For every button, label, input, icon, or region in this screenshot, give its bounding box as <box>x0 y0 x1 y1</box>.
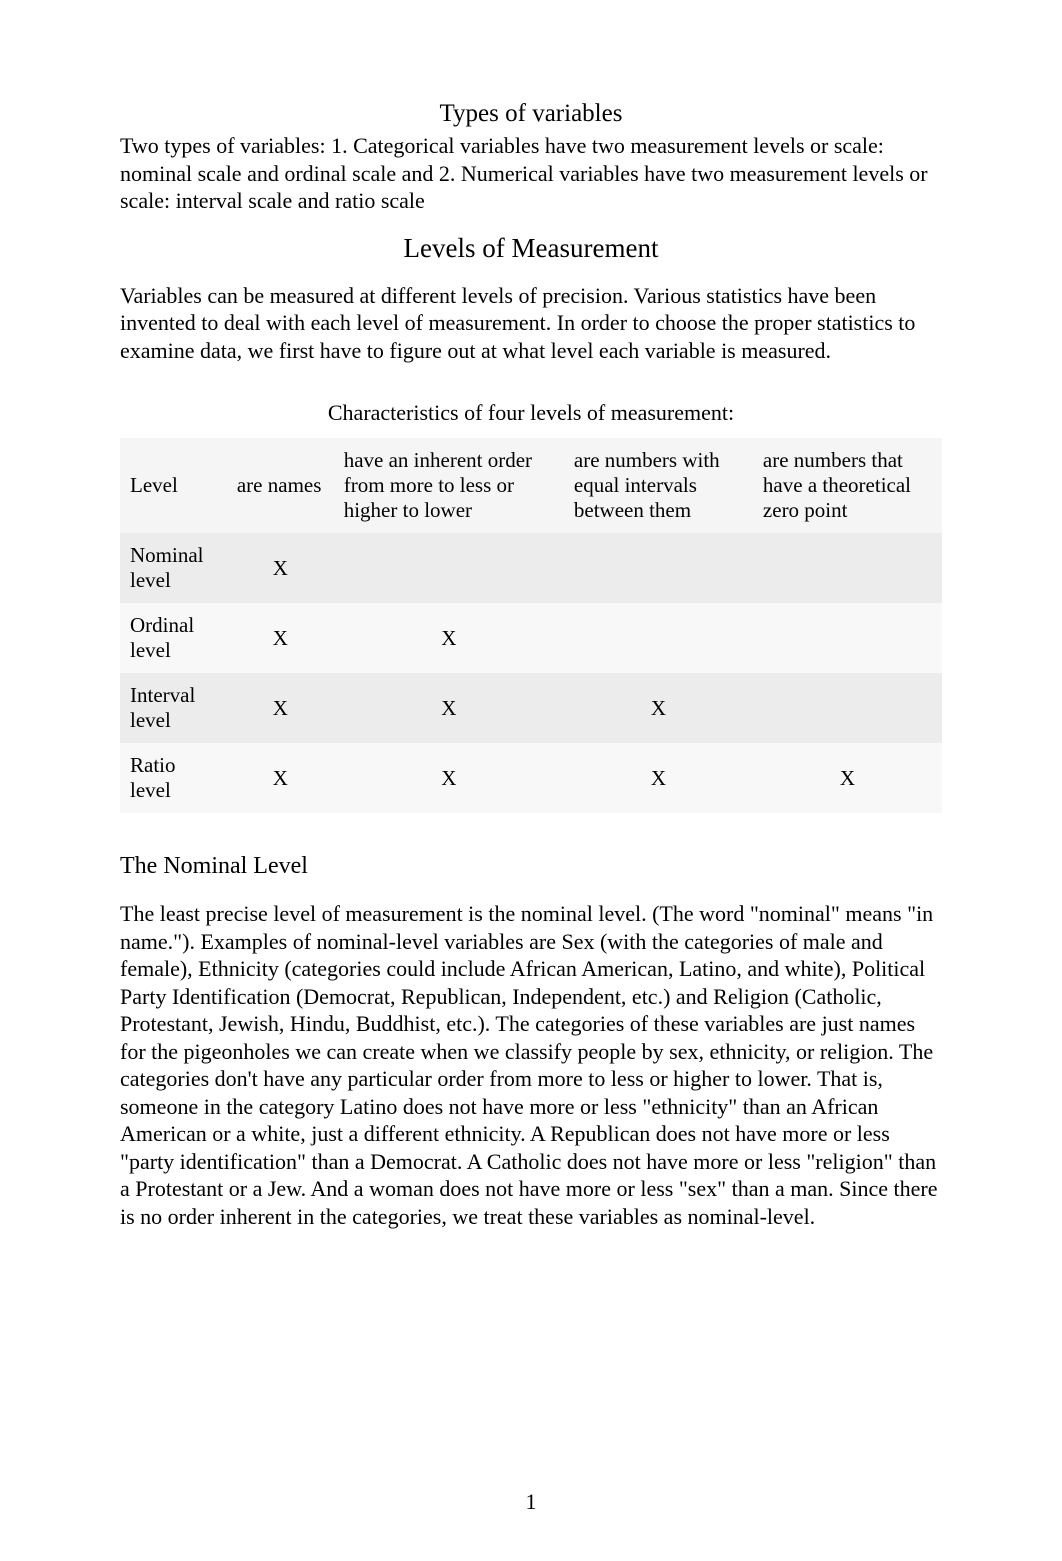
page-number: 1 <box>0 1489 1062 1515</box>
table-cell-zero <box>753 533 942 603</box>
table-caption: Characteristics of four levels of measur… <box>120 400 942 426</box>
table-cell-zero: X <box>753 743 942 813</box>
document-page: Types of variables Two types of variable… <box>0 0 1062 1561</box>
table-header-row: Level are names have an inherent order f… <box>120 438 942 533</box>
table-header-order: have an inherent order from more to less… <box>334 438 564 533</box>
table-header-zero: are numbers that have a theoretical zero… <box>753 438 942 533</box>
table-cell-intervals <box>564 533 753 603</box>
table-cell-zero <box>753 673 942 743</box>
section-title-levels: Levels of Measurement <box>120 233 942 264</box>
table-cell-order: X <box>334 673 564 743</box>
section-title-types: Types of variables <box>120 100 942 128</box>
table-cell-label: Ordinal level <box>120 603 227 673</box>
table-header-level: Level <box>120 438 227 533</box>
paragraph-levels-intro: Variables can be measured at different l… <box>120 282 942 365</box>
table-header-names: are names <box>227 438 334 533</box>
paragraph-nominal-body: The least precise level of measurement i… <box>120 900 942 1230</box>
table-cell-intervals <box>564 603 753 673</box>
table-cell-order <box>334 533 564 603</box>
table-cell-label: Ratio level <box>120 743 227 813</box>
table-cell-names: X <box>227 673 334 743</box>
paragraph-types-intro: Two types of variables: 1. Categorical v… <box>120 132 942 215</box>
levels-table: Level are names have an inherent order f… <box>120 438 942 813</box>
table-cell-intervals: X <box>564 673 753 743</box>
table-row: Interval level X X X <box>120 673 942 743</box>
table-row: Ratio level X X X X <box>120 743 942 813</box>
subsection-title-nominal: The Nominal Level <box>120 853 942 880</box>
table-cell-names: X <box>227 603 334 673</box>
table-header-intervals: are numbers with equal intervals between… <box>564 438 753 533</box>
table-cell-intervals: X <box>564 743 753 813</box>
table-cell-label: Interval level <box>120 673 227 743</box>
table-cell-label: Nominal level <box>120 533 227 603</box>
table-cell-names: X <box>227 533 334 603</box>
table-row: Ordinal level X X <box>120 603 942 673</box>
table-row: Nominal level X <box>120 533 942 603</box>
table-cell-names: X <box>227 743 334 813</box>
table-cell-zero <box>753 603 942 673</box>
table-cell-order: X <box>334 743 564 813</box>
table-cell-order: X <box>334 603 564 673</box>
